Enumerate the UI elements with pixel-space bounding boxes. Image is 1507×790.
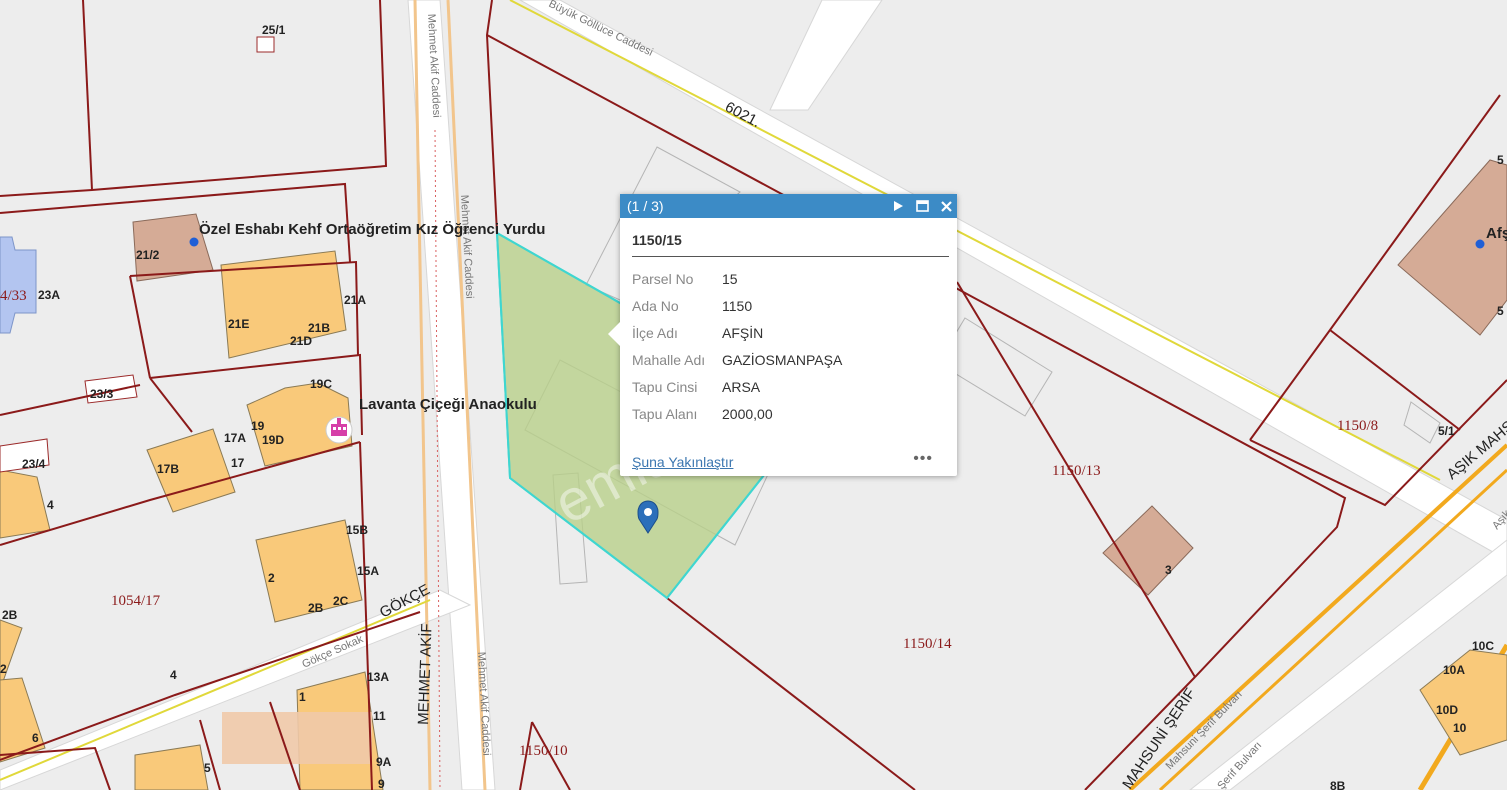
street-mehmet-akif-caps-label: MEHMET AKİF [414,623,436,725]
building-label: 3 [1165,563,1172,577]
attribute-value: GAZİOSMANPAŞA [722,351,843,368]
building-label: 15A [357,564,379,578]
building-label: 19C [310,377,332,391]
table-row: Tapu Cinsi ARSA [632,373,842,400]
parcel-label-1150-14: 1150/14 [903,636,952,652]
building-label: 2B [308,601,324,615]
parcel-label-1150-8: 1150/8 [1337,418,1378,434]
afsin-marker-icon[interactable] [1475,239,1485,249]
building-label: 5 [1497,153,1504,167]
building-label: 23/3 [90,387,114,401]
building-label: 2 [0,662,7,676]
building-label: 9 [378,777,385,790]
building-label: 21/2 [136,248,160,262]
building-label: 21D [290,334,312,348]
parcel-label-1150-10: 1150/10 [519,743,568,759]
table-row: İlçe Adı AFŞİN [632,319,842,346]
building-label: 10C [1472,639,1494,653]
building-label: 25/1 [262,23,286,37]
more-options-button[interactable]: ••• [913,450,933,468]
attribute-value: ARSA [722,378,761,395]
building-label: 19D [262,433,284,447]
attribute-key: Tapu Alanı [632,405,698,422]
building-label: 11 [373,709,386,723]
building-label: 2B [2,608,18,622]
popup-header: (1 / 3) [620,194,957,218]
parcel-label-1054-17: 1054/17 [111,593,161,609]
play-icon[interactable] [891,199,905,213]
attribute-key: Parsel No [632,270,694,287]
building-label: 17A [224,431,246,445]
building-label: 10D [1436,703,1458,717]
parcel-label-1150-13: 1150/13 [1052,463,1101,479]
attribute-table: Parsel No 15 Ada No 1150 İlçe Adı AFŞİN Mah… [632,265,842,427]
table-row: Ada No 1150 [632,292,842,319]
building-label: 2C [333,594,349,608]
building-label: 21E [228,317,249,331]
poi-label-anaokulu[interactable]: Lavanta Çiçeği Anaokulu [359,396,537,413]
attribute-key: Tapu Cinsi [632,378,698,395]
close-icon[interactable] [939,199,953,213]
attribute-key: Ada No [632,297,679,314]
building-label: 23A [38,288,60,302]
building-label: 21B [308,321,330,335]
popup-counter: (1 / 3) [627,198,664,214]
building-label: 4 [47,498,54,512]
building-label: 23/4 [22,457,46,471]
attribute-value: 1150 [722,297,753,314]
building-label: 8B [1330,779,1346,790]
building-label: 9A [376,755,392,769]
popup-pointer [608,322,620,346]
poi-label-afsin[interactable]: Afş [1486,225,1507,242]
table-row: Parsel No 15 [632,265,842,292]
table-row: Mahalle Adı GAZİOSMANPAŞA [632,346,842,373]
building-label: 10 [1453,721,1467,735]
building-label: 6 [32,731,39,745]
attribute-value: AFŞİN [722,324,764,341]
building-label: 4 [170,668,177,682]
building-label: 21A [344,293,366,307]
popup-title: 1150/15 [632,232,949,257]
maximize-icon[interactable] [915,199,929,213]
zoom-to-link[interactable]: Şuna Yakınlaştır [632,454,733,470]
building-label: 15B [346,523,368,537]
attribute-value: 15 [722,270,738,287]
building-label: 17B [157,462,179,476]
parcel-label-4-33: 4/33 [0,288,27,304]
building-label: 1 [299,690,306,704]
parcel-info-popup: (1 / 3) 1150/15 Parsel No 15 Ada No 1150 İ… [608,194,957,476]
attribute-key: Mahalle Adı [632,351,706,368]
building-label: 2 [268,571,275,585]
attribute-key: İlçe Adı [632,324,678,341]
building-label: 10A [1443,663,1465,677]
building-label: 13A [367,670,389,684]
yurt-marker-icon[interactable] [189,237,199,247]
building-label: 5 [1497,304,1504,318]
building-label: 5/1 [1438,424,1455,438]
school-icon[interactable] [325,416,353,444]
poi-label-yurt[interactable]: Özel Eshabı Kehf Ortaöğretim Kız Öğrenci… [199,221,545,238]
building-label: 17 [231,456,245,470]
table-row: Tapu Alanı 2000,00 [632,400,842,427]
building-label: 5 [204,761,211,775]
attribute-value: 2000,00 [722,405,773,422]
building-label: 19 [251,419,265,433]
